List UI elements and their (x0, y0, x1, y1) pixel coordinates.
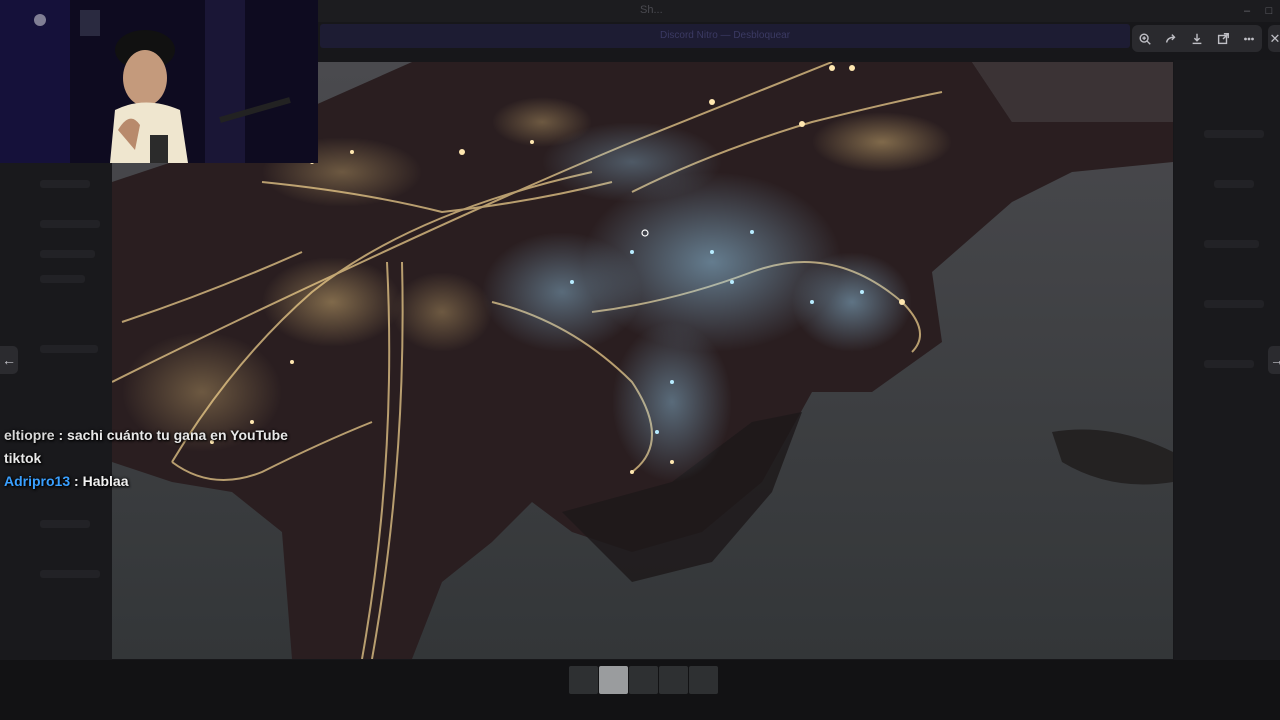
maximize-button[interactable]: □ (1258, 0, 1280, 22)
channel-sidebar (0, 160, 112, 660)
chat-username: Adripro13 (4, 473, 71, 489)
previous-image-button[interactable]: ← (0, 346, 18, 374)
list-item (1204, 240, 1259, 248)
open-external-icon[interactable] (1213, 29, 1233, 49)
chat-overlay: eltiopre : sachi cuánto tu gana en YouTu… (4, 424, 304, 493)
thumbnail[interactable] (599, 666, 628, 694)
next-image-button[interactable]: → (1268, 346, 1280, 374)
list-item (40, 220, 100, 228)
forward-icon[interactable] (1161, 29, 1181, 49)
close-viewer-button[interactable]: ✕ (1268, 25, 1280, 52)
minimize-button[interactable]: – (1236, 0, 1258, 22)
streamer-camera (0, 0, 318, 163)
thumbnail[interactable] (659, 666, 688, 694)
list-item (40, 345, 98, 353)
webcam-overlay (0, 0, 318, 163)
list-item (40, 275, 85, 283)
download-icon[interactable] (1187, 29, 1207, 49)
nitro-banner-text: Discord Nitro — Desbloquear (659, 30, 791, 41)
app-title: Sh... (640, 4, 663, 16)
thumbnail-strip (569, 666, 718, 694)
list-item (40, 570, 100, 578)
list-item (1214, 180, 1254, 188)
list-item (1204, 300, 1264, 308)
list-item (1204, 360, 1254, 368)
chat-message: Adripro13 : Hablaa (4, 470, 304, 493)
list-item (1204, 130, 1264, 138)
zoom-in-icon[interactable] (1135, 29, 1155, 49)
list-item (40, 180, 90, 188)
viewer-toolbar (1132, 25, 1262, 52)
chat-separator: : (70, 473, 83, 489)
window-controls: – □ (1236, 0, 1280, 22)
chat-separator: : (54, 427, 68, 443)
chat-message: eltiopre : sachi cuánto tu gana en YouTu… (4, 424, 304, 470)
chat-username: eltiopre (4, 427, 55, 443)
thumbnail[interactable] (629, 666, 658, 694)
more-icon[interactable] (1239, 29, 1259, 49)
member-sidebar (1174, 60, 1280, 660)
list-item (40, 250, 95, 258)
list-item (40, 520, 90, 528)
nitro-banner: Discord Nitro — Desbloquear (320, 24, 1130, 48)
thumbnail[interactable] (569, 666, 598, 694)
thumbnail[interactable] (689, 666, 718, 694)
chat-text: Hablaa (82, 473, 129, 489)
